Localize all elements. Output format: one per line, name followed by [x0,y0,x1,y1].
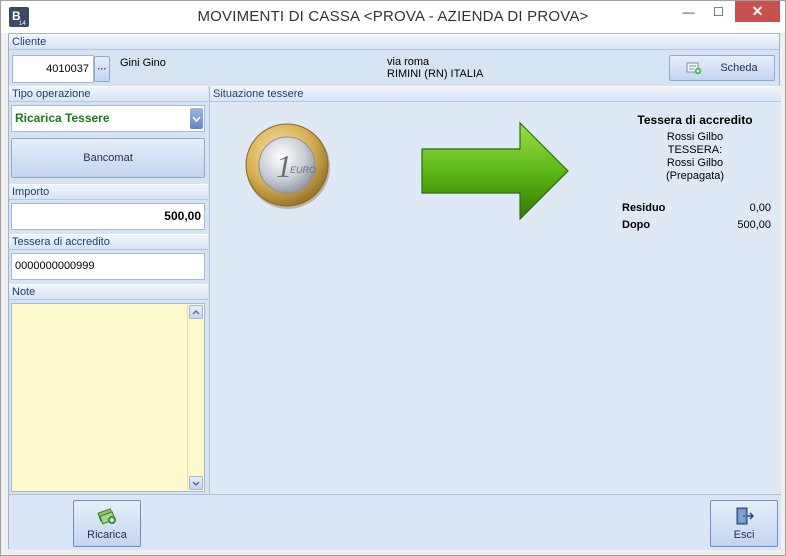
tessera-field[interactable]: 0000000000999 [11,253,205,280]
scheda-button[interactable]: Scheda [669,55,775,81]
window-title: MOVIMENTI DI CASSA <PROVA - AZIENDA DI P… [197,8,589,25]
maximize-button[interactable]: ☐ [705,1,732,23]
card-title: Tessera di accredito [637,113,753,127]
scroll-up-button[interactable] [189,305,203,319]
minimize-button[interactable]: — [675,1,702,23]
card-line: Rossi Gilbo [666,131,724,143]
card-line: (Prepagata) [665,170,725,182]
cliente-address-line1: via roma [387,56,430,68]
euro-coin-icon: 1 EURO [244,121,332,209]
tipo-operazione-header: Tipo operazione [9,86,208,102]
situazione-header: Situazione tessere [210,86,781,102]
ricarica-button[interactable]: Ricarica [73,500,141,547]
exit-door-icon [736,507,754,525]
bancomat-button[interactable]: Bancomat [11,138,205,178]
client-area: Cliente 4010037 ··· Gini Gino via roma R… [8,33,781,550]
maximize-icon: ☐ [713,5,724,19]
cliente-address-line2: RIMINI (RN) ITALIA [387,68,484,80]
residuo-label: Residuo [622,202,666,214]
note-textarea[interactable] [11,303,205,492]
title-bar: B 14 MOVIMENTI DI CASSA <PROVA - AZIENDA… [1,1,785,33]
tipo-operazione-value: Ricarica Tessere [15,111,110,125]
importo-header: Importo [9,184,208,200]
chevron-up-icon [192,309,200,314]
card-line: Rossi Gilbo [666,157,724,169]
tipo-operazione-select[interactable]: Ricarica Tessere [11,105,205,132]
esci-button[interactable]: Esci [710,500,778,547]
ricarica-label: Ricarica [87,528,127,541]
situazione-panel: Situazione tessere 1 EURO Tessera di acc… [209,86,781,494]
svg-text:EURO: EURO [290,165,316,175]
importo-value: 500,00 [164,209,201,223]
cliente-code-value: 4010037 [46,63,89,75]
dopo-value: 500,00 [737,219,771,231]
close-window-button[interactable]: ✕ [735,1,780,22]
minimize-icon: — [682,5,695,19]
card-icon [686,62,702,75]
scroll-down-button[interactable] [189,476,203,490]
dopo-label: Dopo [622,219,651,231]
footer-bar: Ricarica Esci [9,494,781,550]
close-icon: ✕ [751,3,764,19]
scheda-label: Scheda [720,62,758,74]
chevron-down-icon [192,481,200,486]
ellipsis-icon: ··· [97,64,107,74]
dropdown-arrow-button[interactable] [190,108,203,129]
esci-label: Esci [733,529,755,541]
app-window: B 14 MOVIMENTI DI CASSA <PROVA - AZIENDA… [0,0,786,556]
money-add-icon [97,507,116,524]
cliente-header: Cliente [9,34,779,50]
chevron-down-icon [192,115,201,122]
residuo-value: 0,00 [749,202,771,214]
cliente-code-field[interactable]: 4010037 [12,55,94,83]
cliente-name: Gini Gino [120,57,166,69]
card-line: TESSERA: [667,144,723,156]
card-info: Tessera di accredito Rossi Gilbo TESSERA… [620,113,770,183]
importo-field[interactable]: 500,00 [11,203,205,230]
note-header: Note [9,284,208,300]
tessera-header: Tessera di accredito [9,234,208,250]
arrow-right-icon [420,121,572,221]
note-scrollbar[interactable] [187,304,204,491]
cliente-lookup-button[interactable]: ··· [94,56,110,82]
tessera-value: 0000000000999 [15,260,95,272]
